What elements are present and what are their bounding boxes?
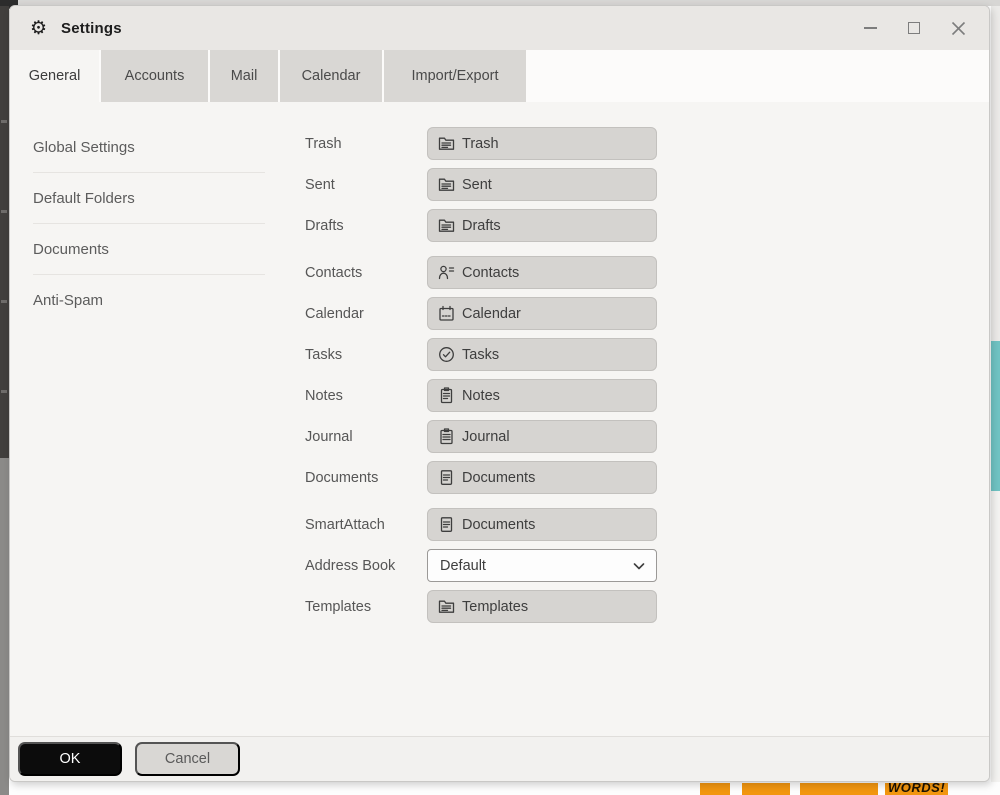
- banner-text: WORDS!: [885, 783, 949, 795]
- row-label: SmartAttach: [305, 516, 385, 533]
- row-notes: Notes Notes: [305, 379, 657, 412]
- chevron-down-icon: [633, 562, 645, 569]
- button-label: Notes: [462, 387, 500, 404]
- document-icon: [440, 517, 453, 532]
- row-label: Journal: [305, 428, 353, 445]
- banner-block: [700, 783, 730, 795]
- row-label: Notes: [305, 387, 343, 404]
- button-label: Documents: [462, 469, 536, 486]
- notes-folder-button[interactable]: Notes: [427, 379, 657, 412]
- button-label: Journal: [462, 428, 510, 445]
- row-label: Address Book: [305, 557, 396, 574]
- sidebar-item-global-settings[interactable]: Global Settings: [33, 122, 265, 173]
- notes-icon: [440, 387, 453, 404]
- button-label: Trash: [462, 135, 499, 152]
- minimize-button[interactable]: [861, 19, 879, 37]
- journal-icon: [440, 428, 453, 445]
- row-drafts: Drafts Drafts: [305, 209, 657, 242]
- drafts-folder-button[interactable]: Drafts: [427, 209, 657, 242]
- documents-folder-button[interactable]: Documents: [427, 461, 657, 494]
- tab-general[interactable]: General: [10, 50, 99, 102]
- close-button[interactable]: [949, 19, 967, 37]
- tasks-icon: [439, 347, 454, 362]
- window-title: Settings: [61, 19, 122, 37]
- contacts-folder-button[interactable]: Contacts: [427, 256, 657, 289]
- row-label: Tasks: [305, 346, 343, 363]
- row-trash: Trash Trash: [305, 127, 657, 160]
- calendar-folder-button[interactable]: Calendar: [427, 297, 657, 330]
- row-contacts: Contacts Contacts: [305, 256, 657, 289]
- background-left-glyph: [1, 390, 7, 393]
- address-book-select[interactable]: Default: [427, 549, 657, 582]
- row-label: Contacts: [305, 264, 363, 281]
- select-value: Default: [440, 557, 486, 574]
- row-smartattach: SmartAttach Documents: [305, 508, 657, 541]
- tasks-folder-button[interactable]: Tasks: [427, 338, 657, 371]
- button-label: Documents: [462, 516, 536, 533]
- maximize-button[interactable]: [905, 19, 923, 37]
- settings-sidebar: Global Settings Default Folders Document…: [33, 122, 265, 326]
- background-right-strip: [991, 6, 1000, 341]
- calendar-icon: [439, 305, 454, 321]
- ok-button[interactable]: OK: [18, 742, 122, 776]
- sidebar-item-anti-spam[interactable]: Anti-Spam: [33, 275, 265, 326]
- background-left-glyph: [1, 300, 7, 303]
- tab-accounts[interactable]: Accounts: [101, 50, 208, 102]
- banner-block: [800, 783, 878, 795]
- trash-folder-button[interactable]: Trash: [427, 127, 657, 160]
- journal-folder-button[interactable]: Journal: [427, 420, 657, 453]
- row-label: Sent: [305, 176, 335, 193]
- dialog-footer: OK Cancel: [10, 736, 989, 781]
- mail-folder-icon: [438, 178, 455, 191]
- row-address-book: Address Book Default: [305, 549, 657, 582]
- row-label: Documents: [305, 469, 379, 486]
- titlebar[interactable]: ⚙ Settings: [10, 6, 989, 50]
- close-icon: [951, 21, 965, 35]
- button-label: Drafts: [462, 217, 501, 234]
- background-left-panel-lower: [0, 458, 9, 795]
- row-sent: Sent Sent: [305, 168, 657, 201]
- background-left-glyph: [1, 120, 7, 123]
- tab-mail[interactable]: Mail: [210, 50, 278, 102]
- mail-folder-icon: [438, 219, 455, 232]
- smartattach-folder-button[interactable]: Documents: [427, 508, 657, 541]
- tab-calendar[interactable]: Calendar: [280, 50, 382, 102]
- templates-folder-button[interactable]: Templates: [427, 590, 657, 623]
- banner-block: [742, 783, 790, 795]
- row-tasks: Tasks Tasks: [305, 338, 657, 371]
- settings-dialog: ⚙ Settings General Accounts Mail Calenda…: [9, 5, 990, 782]
- background-right-strip-lower: [991, 491, 1000, 795]
- minimize-icon: [863, 27, 877, 29]
- row-label: Templates: [305, 598, 372, 615]
- button-label: Contacts: [462, 264, 520, 281]
- sidebar-item-documents[interactable]: Documents: [33, 224, 265, 275]
- row-documents: Documents Documents: [305, 461, 657, 494]
- window-controls: [861, 19, 969, 37]
- tab-bar: General Accounts Mail Calendar Import/Ex…: [10, 50, 989, 102]
- maximize-icon: [908, 22, 920, 34]
- row-templates: Templates Templates: [305, 590, 657, 623]
- row-label: Drafts: [305, 217, 344, 234]
- background-ad-banner: WORDS!: [690, 783, 970, 795]
- button-label: Tasks: [462, 346, 500, 363]
- button-label: Calendar: [462, 305, 521, 322]
- mail-folder-icon: [438, 137, 455, 150]
- button-label: Templates: [462, 598, 529, 615]
- tab-import-export[interactable]: Import/Export: [384, 50, 526, 102]
- button-label: Sent: [462, 176, 492, 193]
- row-label: Calendar: [305, 305, 364, 322]
- row-journal: Journal Journal: [305, 420, 657, 453]
- row-calendar: Calendar Calendar: [305, 297, 657, 330]
- row-label: Trash: [305, 135, 342, 152]
- default-folders-form: Trash Trash Sent Sent Drafts Drafts Cont…: [305, 127, 657, 631]
- mail-folder-icon: [438, 600, 455, 613]
- sent-folder-button[interactable]: Sent: [427, 168, 657, 201]
- background-left-glyph: [1, 210, 7, 213]
- sidebar-item-default-folders[interactable]: Default Folders: [33, 173, 265, 224]
- background-teal-strip: [991, 341, 1000, 491]
- cancel-button[interactable]: Cancel: [135, 742, 240, 776]
- document-icon: [440, 470, 453, 485]
- contacts-icon: [438, 265, 455, 280]
- gear-icon: ⚙: [30, 17, 48, 39]
